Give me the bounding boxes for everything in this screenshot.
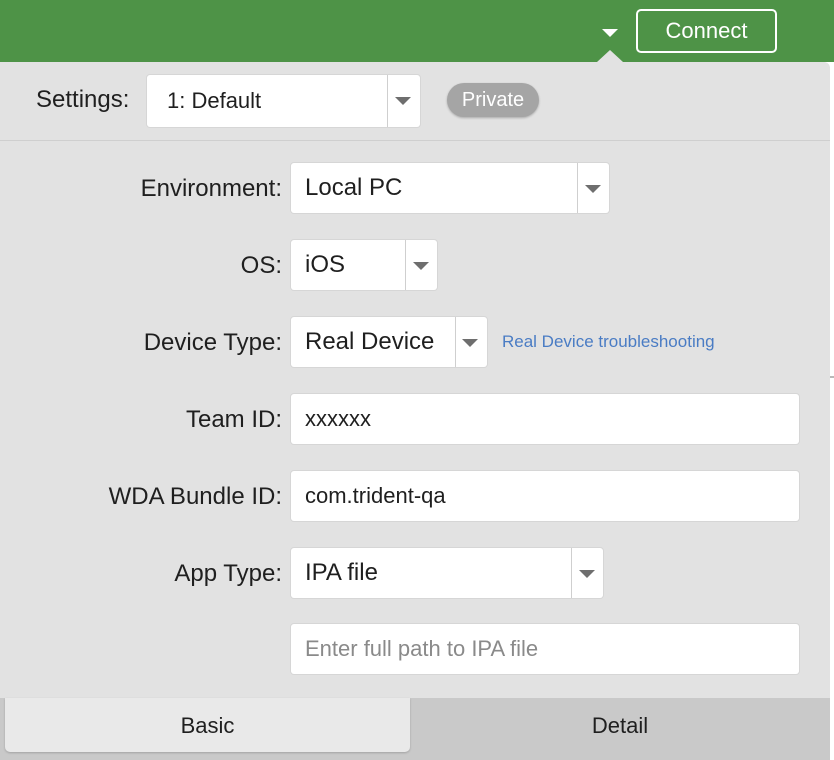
app-type-select[interactable]: IPA file xyxy=(291,548,603,598)
chevron-down-icon xyxy=(462,339,478,347)
wda-bundle-id-field[interactable]: com.trident-qa xyxy=(291,471,799,521)
settings-select[interactable]: 1: Default xyxy=(147,75,420,127)
device-type-select[interactable]: Real Device xyxy=(291,317,487,367)
app-type-label: App Type: xyxy=(174,560,282,587)
tab-basic[interactable]: Basic xyxy=(5,698,410,752)
panel-pointer xyxy=(597,50,623,62)
os-label: OS: xyxy=(240,252,282,279)
app-path-field[interactable]: Enter full path to IPA file xyxy=(291,624,799,674)
divider xyxy=(830,376,834,378)
divider xyxy=(577,163,578,213)
team-id-label: Team ID: xyxy=(185,406,282,433)
divider xyxy=(387,75,388,127)
chevron-down-icon xyxy=(413,262,429,270)
environment-select[interactable]: Local PC xyxy=(291,163,609,213)
app-path-placeholder: Enter full path to IPA file xyxy=(305,636,539,661)
divider xyxy=(571,548,572,598)
os-select-value: iOS xyxy=(305,251,346,278)
chevron-down-icon xyxy=(585,185,601,193)
environment-label: Environment: xyxy=(140,175,282,202)
real-device-troubleshooting-link[interactable]: Real Device troubleshooting xyxy=(502,330,715,354)
chevron-down-icon xyxy=(395,97,411,105)
caret-down-icon[interactable] xyxy=(602,29,618,37)
settings-select-value: 1: Default xyxy=(167,88,262,113)
os-select[interactable]: iOS xyxy=(291,240,437,290)
team-id-field[interactable]: xxxxxx xyxy=(291,394,799,444)
device-type-label: Device Type: xyxy=(143,329,282,356)
device-type-select-value: Real Device xyxy=(305,328,435,355)
app-type-select-value: IPA file xyxy=(305,559,378,586)
divider xyxy=(405,240,406,290)
wda-bundle-id-value: com.trident-qa xyxy=(305,483,446,508)
right-gutter xyxy=(830,62,834,760)
connect-button[interactable]: Connect xyxy=(636,9,777,53)
wda-bundle-id-label: WDA Bundle ID: xyxy=(108,483,282,510)
divider xyxy=(455,317,456,367)
environment-select-value: Local PC xyxy=(305,174,403,201)
team-id-value: xxxxxx xyxy=(305,406,371,431)
private-badge[interactable]: Private xyxy=(447,83,539,117)
settings-label: Settings: xyxy=(36,86,130,113)
tab-detail[interactable]: Detail xyxy=(410,698,830,754)
chevron-down-icon xyxy=(579,570,595,578)
